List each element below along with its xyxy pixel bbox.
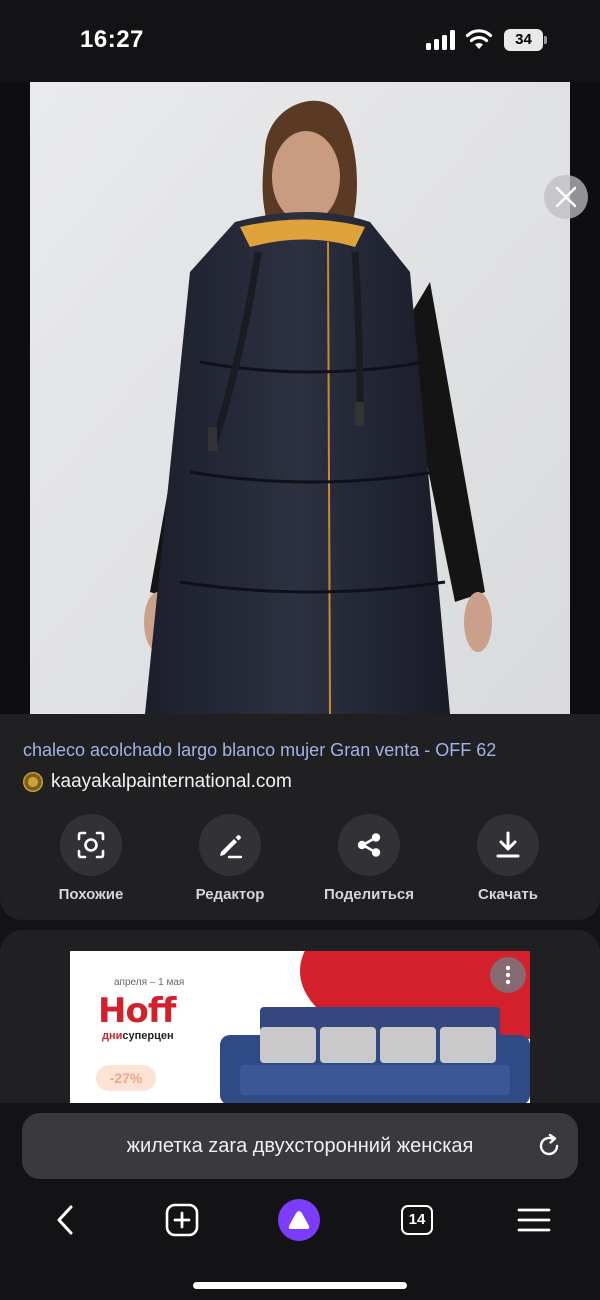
menu-button[interactable] [509, 1195, 559, 1245]
alice-icon [288, 1211, 310, 1229]
sofa-image [220, 1007, 530, 1103]
similar-button[interactable]: Похожие [21, 814, 161, 903]
lens-search-icon [77, 831, 105, 859]
tabs-icon: 14 [401, 1205, 433, 1235]
battery-icon: 34 [504, 29, 548, 51]
status-bar: 16:27 34 [0, 0, 600, 82]
editor-label: Редактор [195, 886, 265, 903]
result-info-card: chaleco acolchado largo blanco mujer Gra… [0, 714, 600, 920]
share-button[interactable]: Поделиться [299, 814, 439, 903]
share-icon [357, 833, 381, 857]
source-domain: kaayakalpainternational.com [51, 771, 292, 792]
browser-bottom-bar: жилетка zara двухсторонний женская 14 [0, 1103, 600, 1300]
close-button[interactable] [544, 175, 588, 219]
ad-date: апреля – 1 мая [114, 977, 185, 988]
ad-brand-logo: Hoff [98, 991, 176, 1031]
ad-more-button[interactable] [490, 957, 526, 993]
tabs-button[interactable]: 14 [392, 1195, 442, 1245]
action-row: Похожие Редактор Поделиться Скачать [0, 814, 600, 914]
search-bar[interactable]: жилетка zara двухсторонний женская [22, 1113, 578, 1179]
editor-button[interactable]: Редактор [160, 814, 300, 903]
more-vertical-icon [505, 965, 511, 985]
image-viewer[interactable] [0, 82, 600, 714]
ad-tagline: днисуперцен [102, 1030, 174, 1042]
ad-card: апреля – 1 мая Hoff днисуперцен -27% [0, 930, 600, 1130]
status-time: 16:27 [80, 26, 144, 53]
site-favicon [23, 772, 43, 792]
close-icon [555, 186, 577, 208]
new-tab-icon [165, 1203, 199, 1237]
search-query[interactable]: жилетка zara двухсторонний женская [22, 1113, 578, 1179]
download-label: Скачать [478, 886, 538, 903]
bottom-nav: 14 [0, 1195, 600, 1245]
share-label: Поделиться [323, 886, 415, 903]
battery-level: 34 [504, 29, 543, 51]
alice-button[interactable] [274, 1195, 324, 1245]
wifi-icon [465, 29, 493, 49]
home-indicator[interactable] [193, 1282, 407, 1289]
pencil-icon [220, 835, 243, 859]
new-tab-button[interactable] [157, 1195, 207, 1245]
download-icon [496, 831, 520, 858]
reload-icon[interactable] [536, 1133, 562, 1159]
download-button[interactable]: Скачать [438, 814, 578, 903]
similar-label: Похожие [58, 886, 124, 903]
result-title-link[interactable]: chaleco acolchado largo blanco mujer Gra… [23, 740, 583, 761]
ad-banner[interactable]: апреля – 1 мая Hoff днисуперцен -27% [70, 951, 530, 1103]
ad-discount-badge: -27% [96, 1065, 156, 1091]
product-photo[interactable] [30, 82, 570, 714]
back-button[interactable] [40, 1195, 90, 1245]
back-icon [57, 1205, 73, 1235]
signal-icon [426, 30, 455, 50]
source-link[interactable]: kaayakalpainternational.com [23, 771, 292, 793]
menu-icon [517, 1208, 551, 1232]
